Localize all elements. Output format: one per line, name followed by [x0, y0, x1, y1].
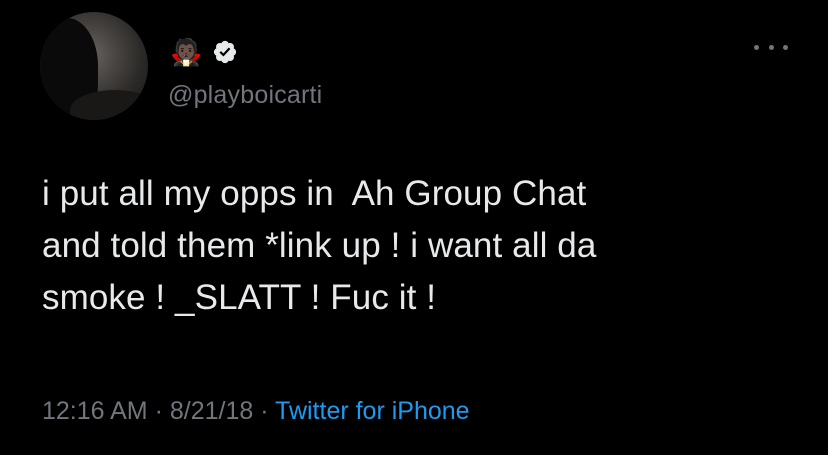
more-horizontal-icon[interactable]	[754, 40, 788, 54]
author-name-row[interactable]: 🧛🏿	[170, 34, 238, 70]
meta-separator: ·	[147, 397, 170, 425]
author-handle[interactable]: @playboicarti	[168, 80, 322, 110]
tweet-card: 🧛🏿 @playboicarti i put all my opps in Ah…	[0, 0, 828, 455]
tweet-text: i put all my opps in Ah Group Chat and t…	[42, 174, 597, 317]
verified-badge-icon	[214, 40, 237, 64]
tweet-time[interactable]: 12:16 AM	[42, 397, 148, 425]
more-dot	[783, 44, 788, 50]
meta-separator: ·	[253, 397, 276, 425]
tweet-source-link[interactable]: Twitter for iPhone	[275, 397, 470, 425]
more-dot	[768, 44, 774, 50]
display-name[interactable]: 🧛🏿	[170, 37, 202, 67]
avatar[interactable]	[40, 12, 148, 120]
tweet-metadata: 12:16 AM · 8/21/18 · Twitter for iPhone	[42, 396, 470, 426]
more-dot	[754, 44, 759, 50]
tweet-date[interactable]: 8/21/18	[170, 397, 253, 425]
